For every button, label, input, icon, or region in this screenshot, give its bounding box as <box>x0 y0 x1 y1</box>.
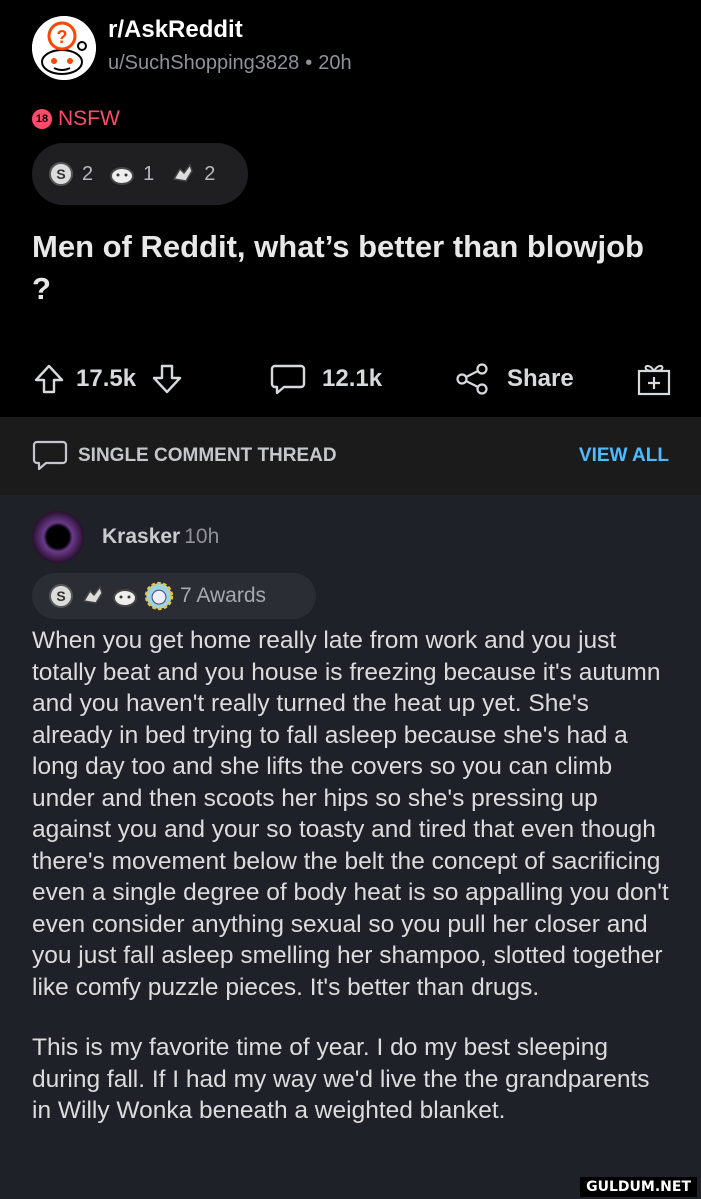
silver-award-icon: S <box>49 584 73 608</box>
askreddit-logo-icon: ? <box>32 16 96 80</box>
share-button[interactable]: Share <box>455 350 574 408</box>
comments-button[interactable]: 12.1k <box>270 350 382 408</box>
downvote-arrow-icon[interactable] <box>150 362 184 396</box>
comment-paragraph: When you get home really late from work … <box>32 627 669 1001</box>
nsfw-label: NSFW <box>58 107 120 130</box>
svg-text:S: S <box>56 588 65 604</box>
upvote-count: 17.5k <box>76 365 137 392</box>
thread-label: SINGLE COMMENT THREAD <box>78 445 337 466</box>
comment-bubble-icon <box>32 440 68 471</box>
wholesome-award-icon <box>113 589 137 607</box>
post-author[interactable]: u/SuchShopping3828 <box>108 52 299 74</box>
svg-text:S: S <box>56 166 65 182</box>
share-label: Share <box>507 365 574 392</box>
single-comment-thread-bar: SINGLE COMMENT THREAD VIEW ALL <box>0 417 701 495</box>
comment: Krasker 10h S 7 Awards When you get home … <box>0 495 701 1199</box>
commenter-avatar[interactable] <box>32 511 84 563</box>
meta-separator: • <box>305 52 313 74</box>
post-header: ? r/AskReddit u/SuchShopping3828 • 20h 18 … <box>0 0 701 417</box>
post-meta: u/SuchShopping3828 • 20h <box>108 52 358 75</box>
gift-icon <box>637 364 671 396</box>
starry-award-icon <box>144 581 174 611</box>
comment-age: 10h <box>184 525 220 548</box>
post-age: 20h <box>318 52 352 74</box>
post-actions: 17.5k 12.1k Share <box>0 350 701 408</box>
comment-body: When you get home really late from work … <box>32 625 672 1156</box>
comment-bubble-icon <box>270 364 306 395</box>
awards-count-label: 7 Awards <box>180 584 266 607</box>
nsfw-18-icon: 18 <box>32 109 52 129</box>
watermark: GULDUM.NET <box>580 1177 697 1197</box>
subreddit-avatar[interactable]: ? <box>32 16 96 80</box>
award-gift-button[interactable] <box>636 350 672 408</box>
subreddit-name[interactable]: r/AskReddit <box>108 16 243 44</box>
comment-paragraph: This is my favorite time of year. I do m… <box>32 1034 650 1124</box>
post-title[interactable]: Men of Reddit, what’s better than blowjo… <box>32 226 652 310</box>
helpful-award-icon <box>82 585 103 604</box>
upvote-arrow-icon[interactable] <box>32 362 66 396</box>
silver-award-icon: S <box>49 162 73 186</box>
comment-meta: Krasker 10h <box>102 525 219 549</box>
vote-group: 17.5k <box>32 350 184 408</box>
award-count: 1 <box>143 162 155 185</box>
comment-awards[interactable]: S 7 Awards <box>32 573 316 619</box>
share-icon <box>456 363 488 395</box>
comment-count: 12.1k <box>322 365 383 392</box>
helpful-award-icon <box>173 163 194 182</box>
nsfw-tag: 18 NSFW <box>32 107 120 131</box>
post-awards[interactable]: S 2 1 2 <box>32 143 248 205</box>
wholesome-award-icon <box>110 167 135 185</box>
award-count: 2 <box>204 162 216 185</box>
comment-author[interactable]: Krasker <box>102 525 180 548</box>
svg-text:?: ? <box>57 27 68 47</box>
view-all-link[interactable]: VIEW ALL <box>579 445 669 467</box>
award-count: 2 <box>82 162 94 185</box>
